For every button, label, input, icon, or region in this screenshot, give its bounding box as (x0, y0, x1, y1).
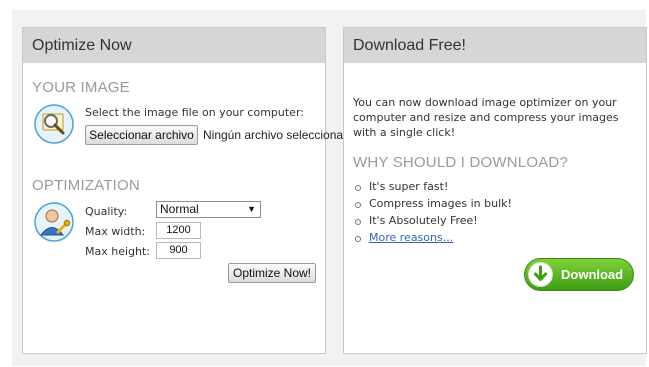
why-download-heading: WHY SHOULD I DOWNLOAD? (353, 154, 568, 171)
quality-selected-value: Normal (160, 202, 199, 216)
file-status-text: Ningún archivo seleccionado (203, 128, 357, 142)
list-item-more: More reasons... (353, 231, 633, 248)
optimize-now-panel: Optimize Now YOUR IMAGE Select the image… (22, 27, 356, 354)
list-item: It's super fast! (353, 180, 633, 197)
user-settings-icon (34, 202, 74, 242)
download-button[interactable]: Download (524, 258, 634, 291)
download-free-panel: Download Free! You can now download imag… (343, 27, 647, 354)
chevron-down-icon: ▼ (247, 204, 256, 214)
list-item: It's Absolutely Free! (353, 214, 633, 231)
magnifier-image-icon (34, 104, 74, 144)
max-height-label: Max height: (85, 245, 151, 258)
optimization-heading: OPTIMIZATION (32, 177, 140, 194)
select-file-instruction: Select the image file on your computer: (85, 106, 304, 119)
choose-file-button[interactable]: Seleccionar archivo (85, 125, 198, 145)
reasons-list: It's super fast! Compress images in bulk… (353, 180, 633, 248)
optimize-now-button[interactable]: Optimize Now! (228, 263, 316, 283)
download-description: You can now download image optimizer on … (353, 96, 619, 139)
more-reasons-link[interactable]: More reasons... (369, 231, 453, 244)
quality-label: Quality: (85, 205, 128, 218)
optimize-now-header: Optimize Now (23, 28, 325, 63)
download-arrow-icon (528, 262, 553, 287)
your-image-heading: YOUR IMAGE (32, 79, 130, 96)
list-item: Compress images in bulk! (353, 197, 633, 214)
download-button-label: Download (561, 267, 624, 282)
max-height-field[interactable]: 900 (156, 242, 201, 259)
max-width-label: Max width: (85, 225, 146, 238)
download-free-header: Download Free! (344, 28, 646, 63)
max-width-field[interactable]: 1200 (156, 222, 201, 239)
quality-select[interactable]: Normal ▼ (156, 201, 261, 218)
